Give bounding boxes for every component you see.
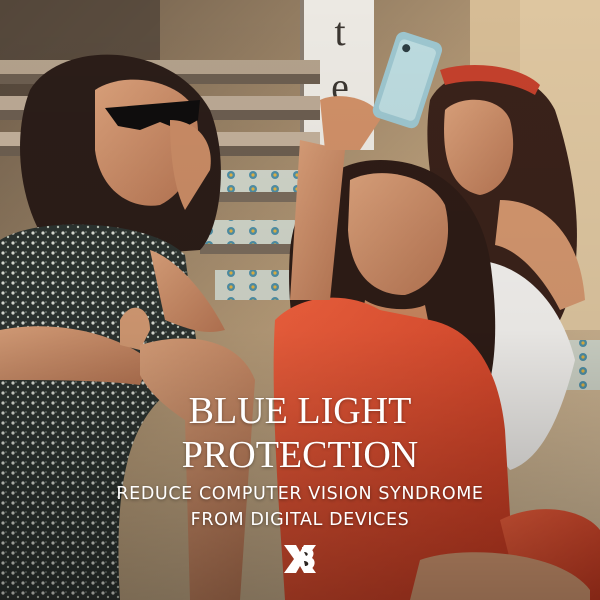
headline-line-1: BLUE LIGHT [188, 390, 412, 432]
subheadline-line-1: REDUCE COMPUTER VISION SYNDROME [116, 484, 484, 504]
headline-line-2: PROTECTION [181, 434, 419, 476]
ad-banner: t e [0, 0, 600, 600]
brand-logo-icon [284, 545, 316, 573]
subheadline-line-2: FROM DIGITAL DEVICES [190, 510, 410, 530]
